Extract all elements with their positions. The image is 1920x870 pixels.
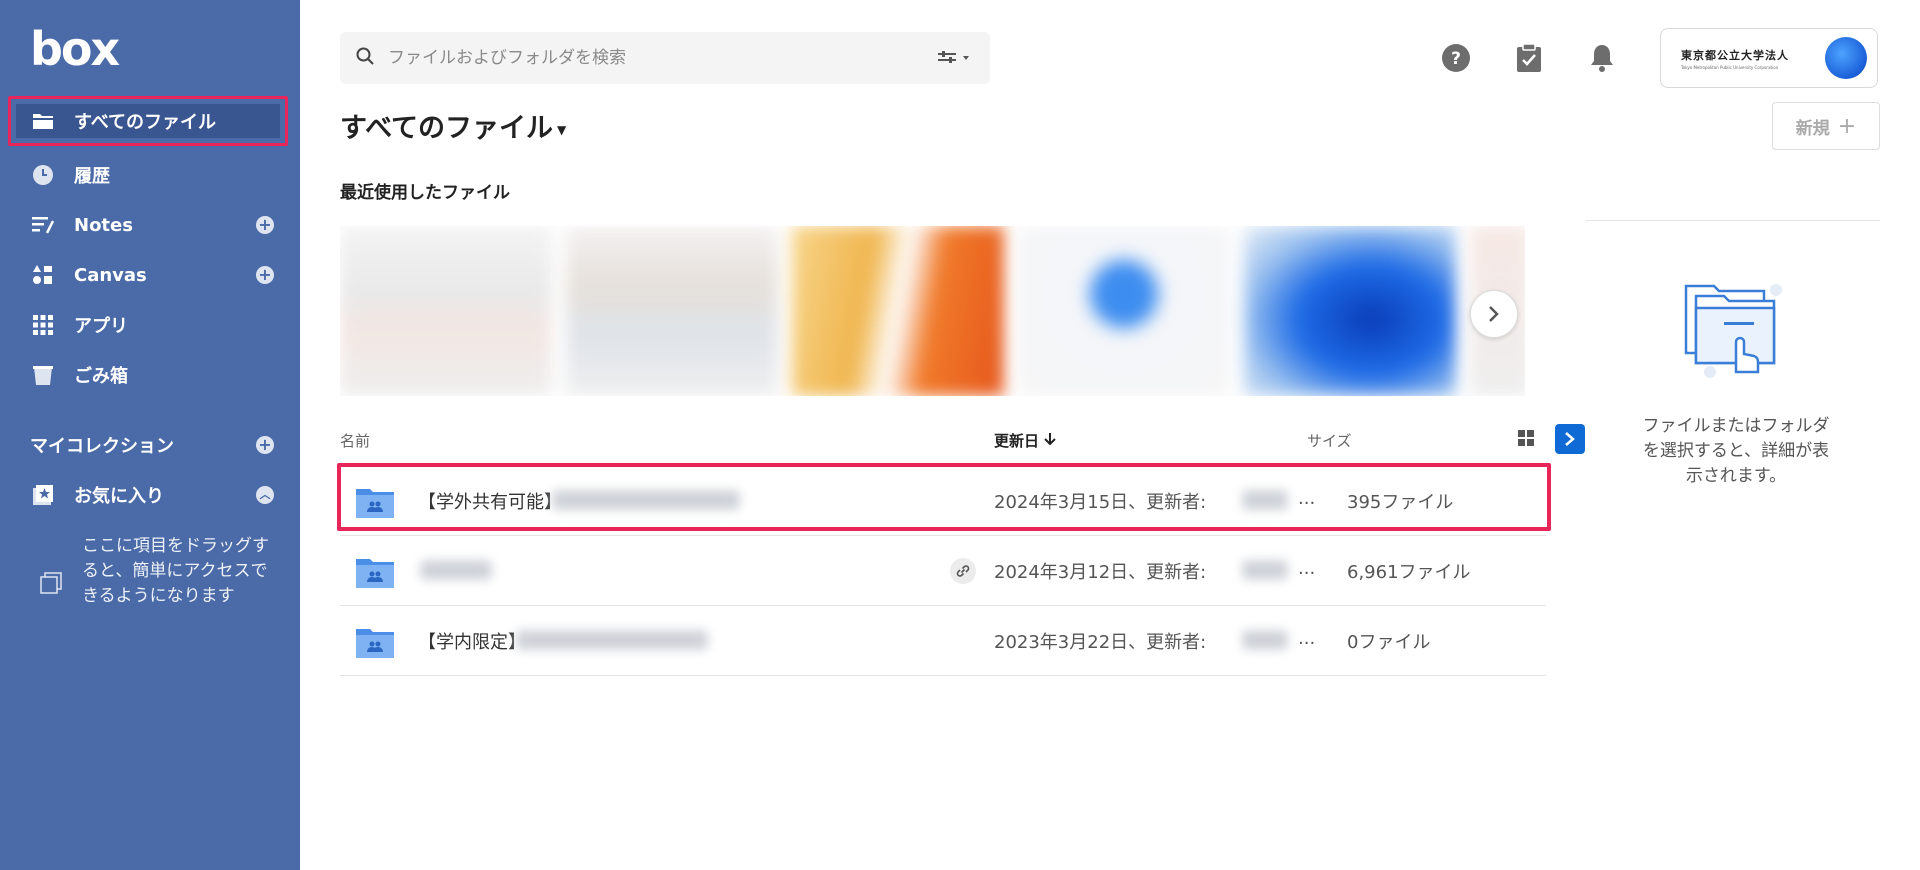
select-file-illustration-icon (1680, 280, 1790, 380)
recent-file-thumbnail[interactable] (1244, 226, 1456, 396)
organization-name: 東京都公立大学法人 (1681, 49, 1789, 62)
redacted-name (516, 630, 708, 650)
details-divider (1586, 220, 1880, 221)
trash-icon (30, 362, 56, 388)
help-icon[interactable]: ? (1438, 40, 1474, 76)
sidebar-item-all-files[interactable]: すべてのファイル (8, 96, 288, 146)
search-input[interactable] (388, 48, 908, 68)
file-size: 6,961ファイル (1347, 562, 1471, 583)
sidebar-item-label: すべてのファイル (74, 112, 217, 133)
shared-link-icon[interactable] (950, 558, 976, 584)
column-header-name[interactable]: 名前 (340, 430, 370, 451)
table-row[interactable]: 【学外共有可能】 2024年3月15日、更新者: ... 395ファイル (337, 463, 1551, 536)
ellipsis: ... (1298, 488, 1316, 509)
recent-file-thumbnail[interactable] (1018, 226, 1230, 396)
search-bar[interactable] (340, 32, 990, 84)
sidebar-item-trash[interactable]: ごみ箱 (0, 350, 300, 400)
column-header-modified-label: 更新日 (994, 432, 1040, 450)
folder-icon (30, 108, 56, 134)
file-list-header: 名前 更新日 サイズ (340, 422, 1585, 462)
add-collection-icon[interactable]: + (256, 436, 274, 454)
shared-folder-icon (356, 486, 394, 518)
shared-folder-icon (356, 556, 394, 588)
sidebar-item-history[interactable]: 履歴 (0, 150, 300, 200)
notifications-bell-icon[interactable] (1584, 40, 1620, 76)
clock-icon (30, 162, 56, 188)
sidebar-item-label: 履歴 (74, 166, 110, 187)
sidebar-item-label: Notes (74, 214, 133, 236)
collapse-favorites-icon[interactable]: ︿ (256, 486, 274, 504)
page-title-text: すべてのファイル (340, 113, 554, 144)
sidebar-item-notes[interactable]: Notes + (0, 200, 300, 250)
file-size: 395ファイル (1347, 492, 1454, 513)
details-empty-text: ファイルまたはフォルダを選択すると、詳細が表示されます。 (1642, 416, 1830, 486)
ellipsis: ... (1298, 558, 1316, 579)
drag-target-icon (40, 572, 62, 609)
sidebar-item-label: お気に入り (74, 486, 164, 507)
recent-file-thumbnail[interactable] (792, 226, 1004, 396)
recent-file-thumbnail[interactable] (566, 226, 778, 396)
account-menu[interactable]: 東京都公立大学法人 Tokyo Metropolitan Public Univ… (1660, 28, 1878, 88)
plus-icon: + (1837, 113, 1857, 139)
redacted-name (420, 560, 492, 580)
file-name[interactable]: 【学外共有可能】 (418, 488, 562, 514)
redacted-user (1242, 560, 1288, 580)
search-icon (356, 47, 374, 69)
sidebar-item-label: Canvas (74, 264, 147, 286)
column-header-modified[interactable]: 更新日 (994, 430, 1056, 451)
new-button[interactable]: 新規 + (1772, 102, 1880, 150)
file-size: 0ファイル (1347, 632, 1431, 653)
box-logo[interactable]: box (30, 26, 120, 72)
star-folder-icon (30, 482, 56, 508)
grid-view-icon[interactable] (1518, 430, 1536, 448)
apps-grid-icon (30, 312, 56, 338)
ellipsis: ... (1298, 628, 1316, 649)
main-content: ? 東京都公立大学法人 Tokyo Metropolitan Public Un… (300, 0, 1920, 870)
add-note-icon[interactable]: + (256, 216, 274, 234)
modified-info: 2024年3月15日、更新者: (994, 492, 1207, 513)
recent-files-strip (340, 226, 1525, 396)
my-collections-title[interactable]: マイコレクション (30, 432, 174, 458)
tasks-clipboard-icon[interactable] (1511, 40, 1547, 76)
notes-icon (30, 212, 56, 238)
search-filter-icon[interactable] (938, 50, 972, 69)
svg-text:?: ? (1451, 49, 1461, 69)
shared-folder-icon (356, 626, 394, 658)
favorites-empty-hint: ここに項目をドラッグすると、簡単にアクセスできるようになります (40, 534, 280, 609)
column-header-size[interactable]: サイズ (1307, 430, 1352, 451)
sidebar-item-apps[interactable]: アプリ (0, 300, 300, 350)
redacted-user (1242, 490, 1288, 510)
arrow-down-icon (1044, 432, 1056, 450)
canvas-icon (30, 262, 56, 288)
table-row[interactable]: 【学内限定】 2023年3月22日、更新者: ... 0ファイル (340, 606, 1546, 676)
new-button-label: 新規 (1795, 118, 1830, 139)
avatar[interactable] (1825, 37, 1867, 79)
file-name[interactable]: 【学内限定】 (418, 628, 526, 654)
recent-file-thumbnail[interactable] (340, 226, 552, 396)
table-row[interactable]: 2024年3月12日、更新者: ... 6,961ファイル (340, 536, 1546, 606)
toggle-details-button[interactable] (1555, 424, 1585, 454)
sidebar-item-label: アプリ (74, 316, 128, 337)
modified-info: 2023年3月22日、更新者: (994, 632, 1207, 653)
recent-files-title: 最近使用したファイル (340, 183, 510, 203)
sidebar-item-canvas[interactable]: Canvas + (0, 250, 300, 300)
chevron-down-icon: ▼ (557, 122, 567, 137)
modified-info: 2024年3月12日、更新者: (994, 562, 1207, 583)
recent-next-button[interactable] (1470, 290, 1518, 338)
page-title[interactable]: すべてのファイル ▼ (340, 106, 566, 145)
redacted-user (1242, 630, 1288, 650)
sidebar-item-label: ごみ箱 (74, 366, 128, 387)
organization-subtitle: Tokyo Metropolitan Public University Cor… (1681, 65, 1779, 70)
redacted-name (552, 490, 740, 510)
favorites-hint-text: ここに項目をドラッグすると、簡単にアクセスできるようになります (82, 536, 269, 606)
add-canvas-icon[interactable]: + (256, 266, 274, 284)
sidebar: box すべてのファイル 履歴 Notes + Canvas + アプリ ごみ箱… (0, 0, 300, 870)
sidebar-item-favorites[interactable]: お気に入り ︿ (0, 470, 300, 520)
